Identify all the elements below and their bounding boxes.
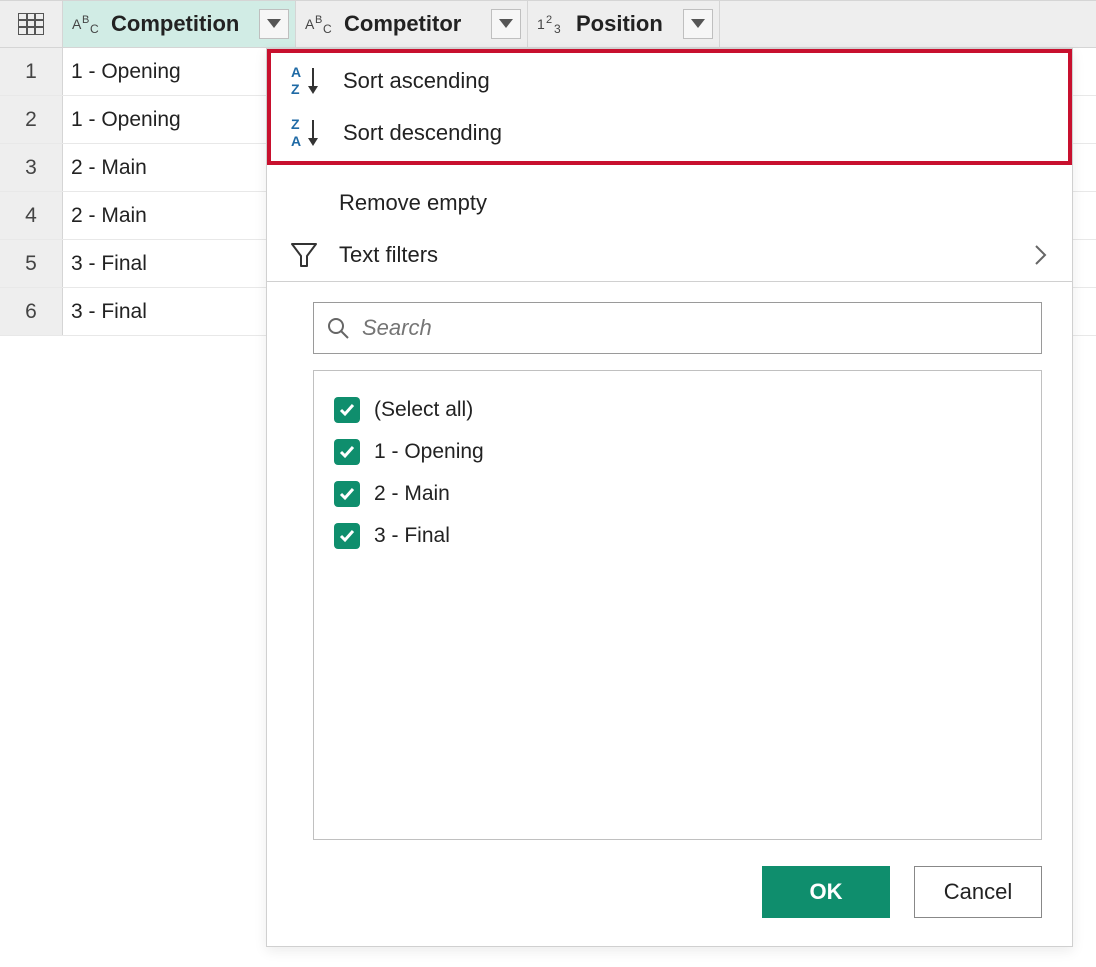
column-header-competition[interactable]: A B C Competition — [63, 1, 296, 47]
button-label: Cancel — [944, 879, 1012, 905]
cell-competition[interactable]: 2 - Main — [63, 192, 296, 239]
search-icon — [326, 316, 350, 340]
filter-value-item[interactable]: 2 - Main — [328, 473, 1027, 515]
dialog-buttons: OK Cancel — [267, 840, 1072, 946]
column-header-competitor[interactable]: A B C Competitor — [296, 1, 528, 47]
search-input[interactable] — [360, 314, 1029, 342]
chevron-right-icon — [1034, 244, 1058, 266]
sort-ascending-icon: A Z — [289, 64, 327, 98]
filter-value-label: 2 - Main — [374, 482, 450, 506]
chevron-down-icon — [267, 19, 281, 29]
filter-value-label: 3 - Final — [374, 524, 450, 548]
filter-value-label: 1 - Opening — [374, 440, 484, 464]
svg-text:C: C — [323, 22, 332, 36]
cell-competition[interactable]: 2 - Main — [63, 144, 296, 191]
menu-item-label: Sort descending — [343, 120, 1054, 146]
row-number[interactable]: 5 — [0, 240, 63, 287]
svg-text:3: 3 — [554, 22, 561, 36]
cell-competition[interactable]: 3 - Final — [63, 288, 296, 335]
text-type-icon: A B C — [71, 9, 105, 39]
svg-text:2: 2 — [546, 14, 552, 26]
checkbox-checked-icon — [334, 397, 360, 423]
filter-value-item[interactable]: (Select all) — [328, 389, 1027, 431]
menu-item-label: Text filters — [339, 242, 1018, 268]
text-type-icon: A B C — [304, 9, 338, 39]
table-icon — [18, 13, 44, 35]
ok-button[interactable]: OK — [762, 866, 890, 918]
highlight-annotation: A Z Sort ascending Z A — [267, 49, 1072, 165]
column-name: Competitor — [344, 11, 485, 37]
svg-text:B: B — [315, 14, 322, 26]
sort-descending-item[interactable]: Z A Sort descending — [271, 107, 1068, 159]
svg-text:Z: Z — [291, 116, 300, 132]
svg-text:B: B — [82, 14, 89, 26]
row-number[interactable]: 4 — [0, 192, 63, 239]
row-number[interactable]: 2 — [0, 96, 63, 143]
row-number[interactable]: 1 — [0, 48, 63, 95]
filter-dropdown-button[interactable] — [683, 9, 713, 39]
filter-value-label: (Select all) — [374, 398, 473, 422]
chevron-down-icon — [691, 19, 705, 29]
cell-competition[interactable]: 3 - Final — [63, 240, 296, 287]
remove-empty-item[interactable]: Remove empty — [267, 177, 1072, 229]
column-filter-dropdown: A Z Sort ascending Z A — [266, 48, 1073, 947]
filter-value-item[interactable]: 1 - Opening — [328, 431, 1027, 473]
chevron-down-icon — [499, 19, 513, 29]
filter-values-list: (Select all) 1 - Opening 2 - Main 3 - Final — [313, 370, 1042, 840]
filter-dropdown-button[interactable] — [491, 9, 521, 39]
sort-descending-icon: Z A — [289, 116, 327, 150]
sort-ascending-item[interactable]: A Z Sort ascending — [271, 55, 1068, 107]
funnel-icon — [285, 240, 323, 270]
column-header-row: A B C Competition A B C Competitor — [0, 0, 1096, 48]
text-filters-item[interactable]: Text filters — [267, 229, 1072, 281]
svg-text:A: A — [291, 133, 301, 149]
row-number[interactable]: 3 — [0, 144, 63, 191]
button-label: OK — [810, 879, 843, 905]
search-box[interactable] — [313, 302, 1042, 354]
select-all-corner[interactable] — [0, 1, 63, 47]
row-number[interactable]: 6 — [0, 288, 63, 335]
cell-competition[interactable]: 1 - Opening — [63, 96, 296, 143]
svg-text:C: C — [90, 22, 99, 36]
svg-text:A: A — [291, 64, 301, 80]
svg-text:A: A — [72, 16, 82, 32]
svg-text:A: A — [305, 16, 315, 32]
column-name: Position — [576, 11, 677, 37]
number-type-icon: 1 2 3 — [536, 9, 570, 39]
data-grid: A B C Competition A B C Competitor — [0, 0, 1096, 336]
menu-item-label: Sort ascending — [343, 68, 1054, 94]
column-name: Competition — [111, 11, 253, 37]
search-section — [267, 282, 1072, 370]
filter-dropdown-button[interactable] — [259, 9, 289, 39]
checkbox-checked-icon — [334, 439, 360, 465]
menu-item-label: Remove empty — [339, 190, 1058, 216]
column-header-position[interactable]: 1 2 3 Position — [528, 1, 720, 47]
checkbox-checked-icon — [334, 481, 360, 507]
checkbox-checked-icon — [334, 523, 360, 549]
cell-competition[interactable]: 1 - Opening — [63, 48, 296, 95]
filter-value-item[interactable]: 3 - Final — [328, 515, 1027, 557]
cancel-button[interactable]: Cancel — [914, 866, 1042, 918]
svg-text:Z: Z — [291, 81, 300, 97]
svg-text:1: 1 — [537, 16, 545, 32]
